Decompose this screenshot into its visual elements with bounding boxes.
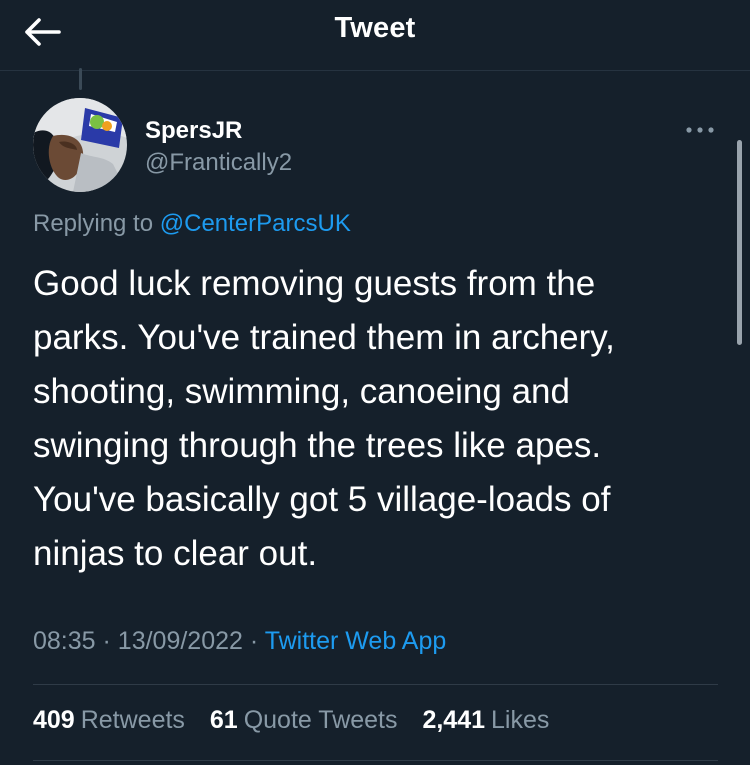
avatar-image (33, 98, 127, 192)
more-dots-icon (686, 127, 714, 133)
meta-separator: · (102, 627, 111, 655)
page-title: Tweet (334, 12, 416, 44)
divider (33, 684, 718, 685)
retweets-count: 409 (33, 706, 75, 734)
scrollbar[interactable] (737, 140, 742, 345)
retweets-label: Retweets (80, 706, 185, 734)
quote-tweets-count: 61 (209, 706, 238, 734)
thread-connector-line (79, 68, 82, 90)
engagement-stats: 409 Retweets 61 Quote Tweets 2,441 Likes (33, 706, 567, 735)
more-options-button[interactable] (682, 118, 718, 142)
replying-to-mention-link[interactable]: @CenterParcsUK (160, 210, 351, 237)
top-bar: Tweet (0, 0, 750, 71)
replying-to-prefix: Replying to (33, 210, 154, 237)
quote-tweets-stat[interactable]: 61 Quote Tweets (210, 706, 398, 734)
retweets-stat[interactable]: 409 Retweets (33, 706, 185, 734)
meta-separator: · (249, 627, 259, 655)
likes-stat[interactable]: 2,441 Likes (422, 706, 549, 734)
quote-tweets-label: Quote Tweets (243, 706, 398, 734)
author-handle[interactable]: @Frantically2 (145, 149, 292, 177)
replying-to-line: Replying to @CenterParcsUK (33, 210, 351, 238)
tweet-date[interactable]: 13/09/2022 (118, 627, 243, 655)
author-display-name[interactable]: SpersJR (145, 117, 242, 145)
tweet-metadata: 08:35 · 13/09/2022 · Twitter Web App (33, 627, 446, 656)
tweet-time[interactable]: 08:35 (33, 627, 96, 655)
likes-count: 2,441 (422, 706, 486, 734)
likes-label: Likes (491, 706, 550, 734)
divider (33, 760, 718, 761)
tweet-source-link[interactable]: Twitter Web App (265, 627, 447, 655)
avatar[interactable] (33, 98, 127, 192)
tweet-text: Good luck removing guests from the parks… (33, 264, 615, 573)
